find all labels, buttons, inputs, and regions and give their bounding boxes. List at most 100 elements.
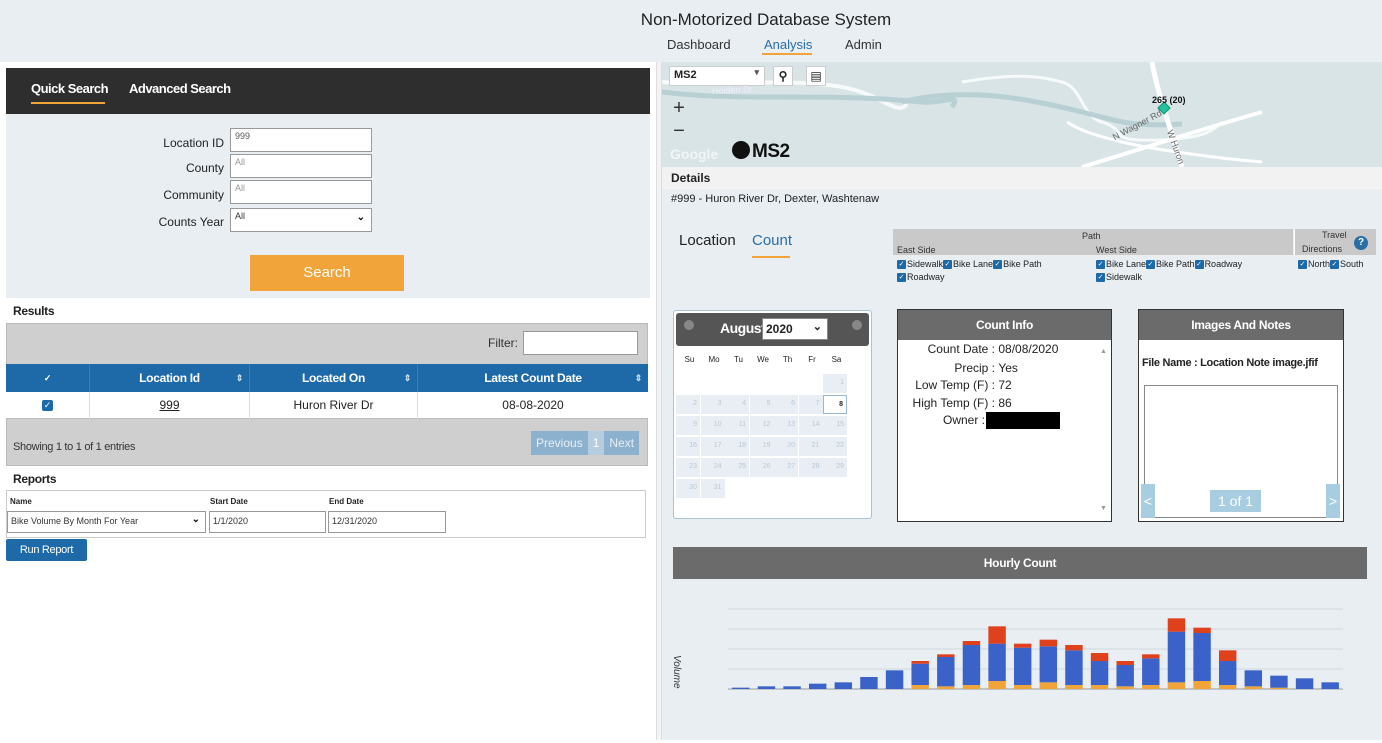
calendar-day[interactable]: 9: [676, 416, 700, 435]
calendar-day[interactable]: 18: [725, 437, 749, 456]
chart-bar-segment: [1218, 685, 1237, 689]
table-row[interactable]: ✓ 999 Huron River Dr 08-08-2020: [6, 392, 648, 419]
calendar-day[interactable]: 6: [774, 395, 798, 414]
chart-bar-segment: [1270, 675, 1288, 688]
chart-bar-segment: [988, 626, 1006, 644]
calendar-day[interactable]: 11: [725, 416, 749, 435]
calendar-day[interactable]: 15: [823, 416, 847, 435]
calendar-day[interactable]: 20: [774, 437, 798, 456]
precip-row: Precip : Yes: [855, 361, 1018, 375]
calendar-day[interactable]: 29: [823, 458, 847, 477]
calendar-day[interactable]: 30: [676, 479, 700, 498]
precip-label: Precip :: [954, 361, 995, 375]
calendar-day[interactable]: 8: [823, 395, 847, 414]
details-label: Details: [671, 171, 711, 185]
calendar-prev-icon[interactable]: [684, 320, 694, 330]
calendar-day[interactable]: 31: [700, 479, 725, 498]
calendar-day[interactable]: 21: [798, 437, 823, 456]
checkbox-north[interactable]: ✓ North: [1298, 259, 1330, 270]
column-latest-count-date[interactable]: Latest Count Date ⇕: [418, 364, 648, 392]
calendar-day[interactable]: 3: [700, 395, 725, 414]
location-id-input[interactable]: 999: [230, 128, 372, 152]
reports-heading: Reports: [13, 472, 57, 486]
tab-location[interactable]: Location: [679, 232, 736, 249]
next-button[interactable]: Next: [604, 431, 639, 455]
community-input[interactable]: All: [230, 180, 372, 204]
report-end-date-input[interactable]: 12/31/2020: [328, 511, 446, 533]
county-input[interactable]: All: [230, 154, 372, 178]
run-report-button[interactable]: Run Report: [6, 539, 87, 561]
scroll-down-icon[interactable]: ▼: [1100, 505, 1107, 512]
calendar-day[interactable]: 22: [823, 437, 847, 456]
map-layer-select[interactable]: MS2 ▾: [669, 66, 765, 86]
map-search-button[interactable]: ⚲: [773, 66, 793, 86]
calendar-day[interactable]: 10: [700, 416, 725, 435]
checkbox-south[interactable]: ✓ South: [1330, 259, 1364, 270]
nav-admin[interactable]: Admin: [845, 37, 882, 52]
checkbox-west-bike-path[interactable]: ✓ Bike Path: [1146, 259, 1195, 270]
chart-bar-segment: [757, 686, 776, 689]
previous-button[interactable]: Previous: [531, 431, 588, 455]
calendar-day[interactable]: 4: [725, 395, 749, 414]
row-latest-count-date: 08-08-2020: [502, 398, 564, 412]
checkbox-west-bike-lane[interactable]: ✓ Bike Lane: [1096, 259, 1146, 270]
image-next-button[interactable]: >: [1326, 484, 1340, 518]
calendar-day[interactable]: 16: [676, 437, 700, 456]
sort-icon: ⇕: [403, 373, 412, 383]
tab-advanced-search[interactable]: Advanced Search: [129, 81, 231, 96]
counts-year-select[interactable]: All ⌄: [230, 208, 372, 232]
calendar-day[interactable]: 17: [700, 437, 725, 456]
calendar-day[interactable]: 14: [798, 416, 823, 435]
calendar-day[interactable]: 23: [676, 458, 700, 477]
row-location-id-link[interactable]: 999: [90, 392, 250, 419]
calendar-next-icon[interactable]: [852, 320, 862, 330]
column-location-id-label: Location Id: [139, 371, 200, 385]
column-located-on[interactable]: Located On ⇕: [250, 364, 418, 392]
calendar-day[interactable]: 5: [749, 395, 774, 414]
calendar-year-select[interactable]: 2020 ⌄: [762, 318, 828, 340]
calendar-day[interactable]: 24: [700, 458, 725, 477]
calendar-day[interactable]: 1: [823, 374, 847, 393]
search-button[interactable]: Search: [250, 255, 404, 291]
calendar-day[interactable]: 28: [798, 458, 823, 477]
page-1-button[interactable]: 1: [587, 431, 605, 455]
nav-dashboard[interactable]: Dashboard: [667, 37, 731, 52]
tab-count[interactable]: Count: [752, 232, 792, 249]
checkbox-east-bike-lane[interactable]: ✓ Bike Lane: [943, 259, 993, 270]
row-select[interactable]: ✓: [6, 392, 90, 419]
checkbox-east-bike-path[interactable]: ✓ Bike Path: [993, 259, 1042, 270]
calendar-day[interactable]: 2: [676, 395, 700, 414]
checkbox-east-roadway[interactable]: ✓ Roadway: [897, 272, 945, 283]
calendar-day[interactable]: 7: [798, 395, 823, 414]
calendar-day[interactable]: 13: [774, 416, 798, 435]
zoom-in-button[interactable]: +: [669, 98, 689, 119]
help-icon[interactable]: ?: [1354, 236, 1368, 250]
chart-bar-segment: [1090, 653, 1109, 661]
checkbox-east-sidewalk[interactable]: ✓ Sidewalk: [897, 259, 943, 270]
results-table-header: ✓ Location Id ⇕ Located On ⇕ Latest Count …: [6, 364, 648, 392]
chart-bar-segment: [1142, 654, 1160, 659]
calendar-weekday: Th: [782, 355, 793, 364]
select-all-column[interactable]: ✓: [6, 364, 90, 392]
nav-analysis[interactable]: Analysis: [764, 37, 812, 52]
image-prev-button[interactable]: <: [1141, 484, 1155, 518]
report-name-select[interactable]: Bike Volume By Month For Year ⌄: [7, 511, 206, 533]
calendar-day[interactable]: 26: [749, 458, 774, 477]
checkbox-west-roadway[interactable]: ✓ Roadway: [1194, 259, 1242, 270]
filter-input[interactable]: [523, 331, 638, 355]
calendar-day[interactable]: 19: [749, 437, 774, 456]
calendar-day[interactable]: 27: [774, 458, 798, 477]
location-id-label: Location ID: [163, 136, 224, 150]
high-temp-value: 86: [998, 396, 1012, 410]
details-bar: [662, 167, 1382, 189]
calendar-day[interactable]: 12: [749, 416, 774, 435]
map-legend-button[interactable]: ▤: [806, 66, 826, 86]
calendar-day[interactable]: 25: [725, 458, 749, 477]
zoom-out-button[interactable]: −: [669, 121, 689, 142]
chart-bar-segment: [1142, 658, 1160, 685]
scroll-up-icon[interactable]: ▲: [1100, 348, 1107, 355]
report-start-date-input[interactable]: 1/1/2020: [209, 511, 326, 533]
column-location-id[interactable]: Location Id ⇕: [90, 364, 250, 392]
checkbox-west-sidewalk[interactable]: ✓ Sidewalk: [1096, 272, 1142, 283]
tab-quick-search[interactable]: Quick Search: [31, 81, 109, 96]
